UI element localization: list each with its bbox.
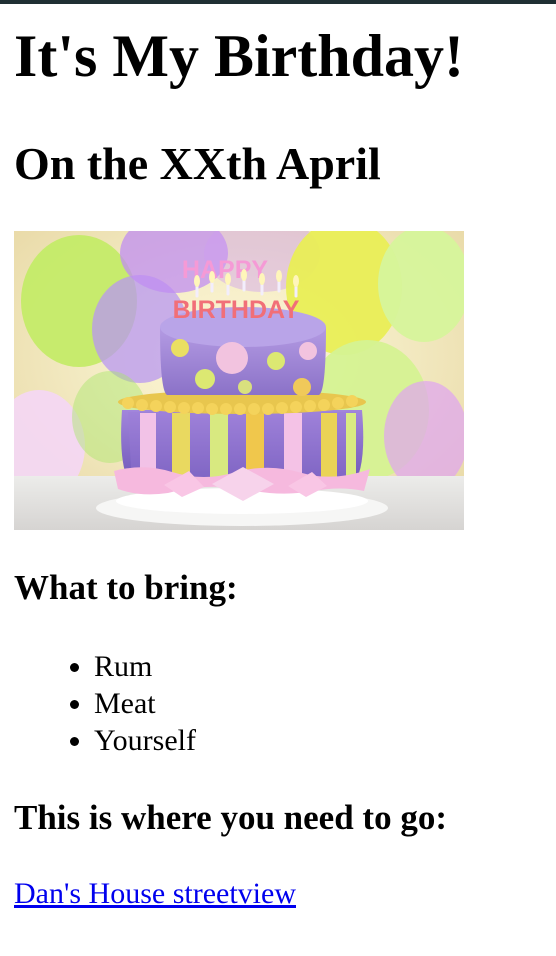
what-to-bring-heading: What to bring: [14, 568, 238, 607]
birthday-cake-image: HAPPY BIRTHDAY [14, 231, 464, 530]
cake-topper-birthday: BIRTHDAY [173, 296, 300, 324]
page-title: It's My Birthday! [14, 23, 464, 89]
streetview-link[interactable]: Dan's House streetview [14, 874, 296, 914]
location-heading: This is where you need to go: [14, 798, 447, 837]
window-top-border [0, 0, 556, 4]
bring-list: Rum Meat Yourself [14, 648, 196, 759]
list-item: Rum [94, 648, 196, 685]
list-item: Meat [94, 685, 196, 722]
event-date: On the XXth April [14, 138, 381, 189]
list-item: Yourself [94, 722, 196, 759]
